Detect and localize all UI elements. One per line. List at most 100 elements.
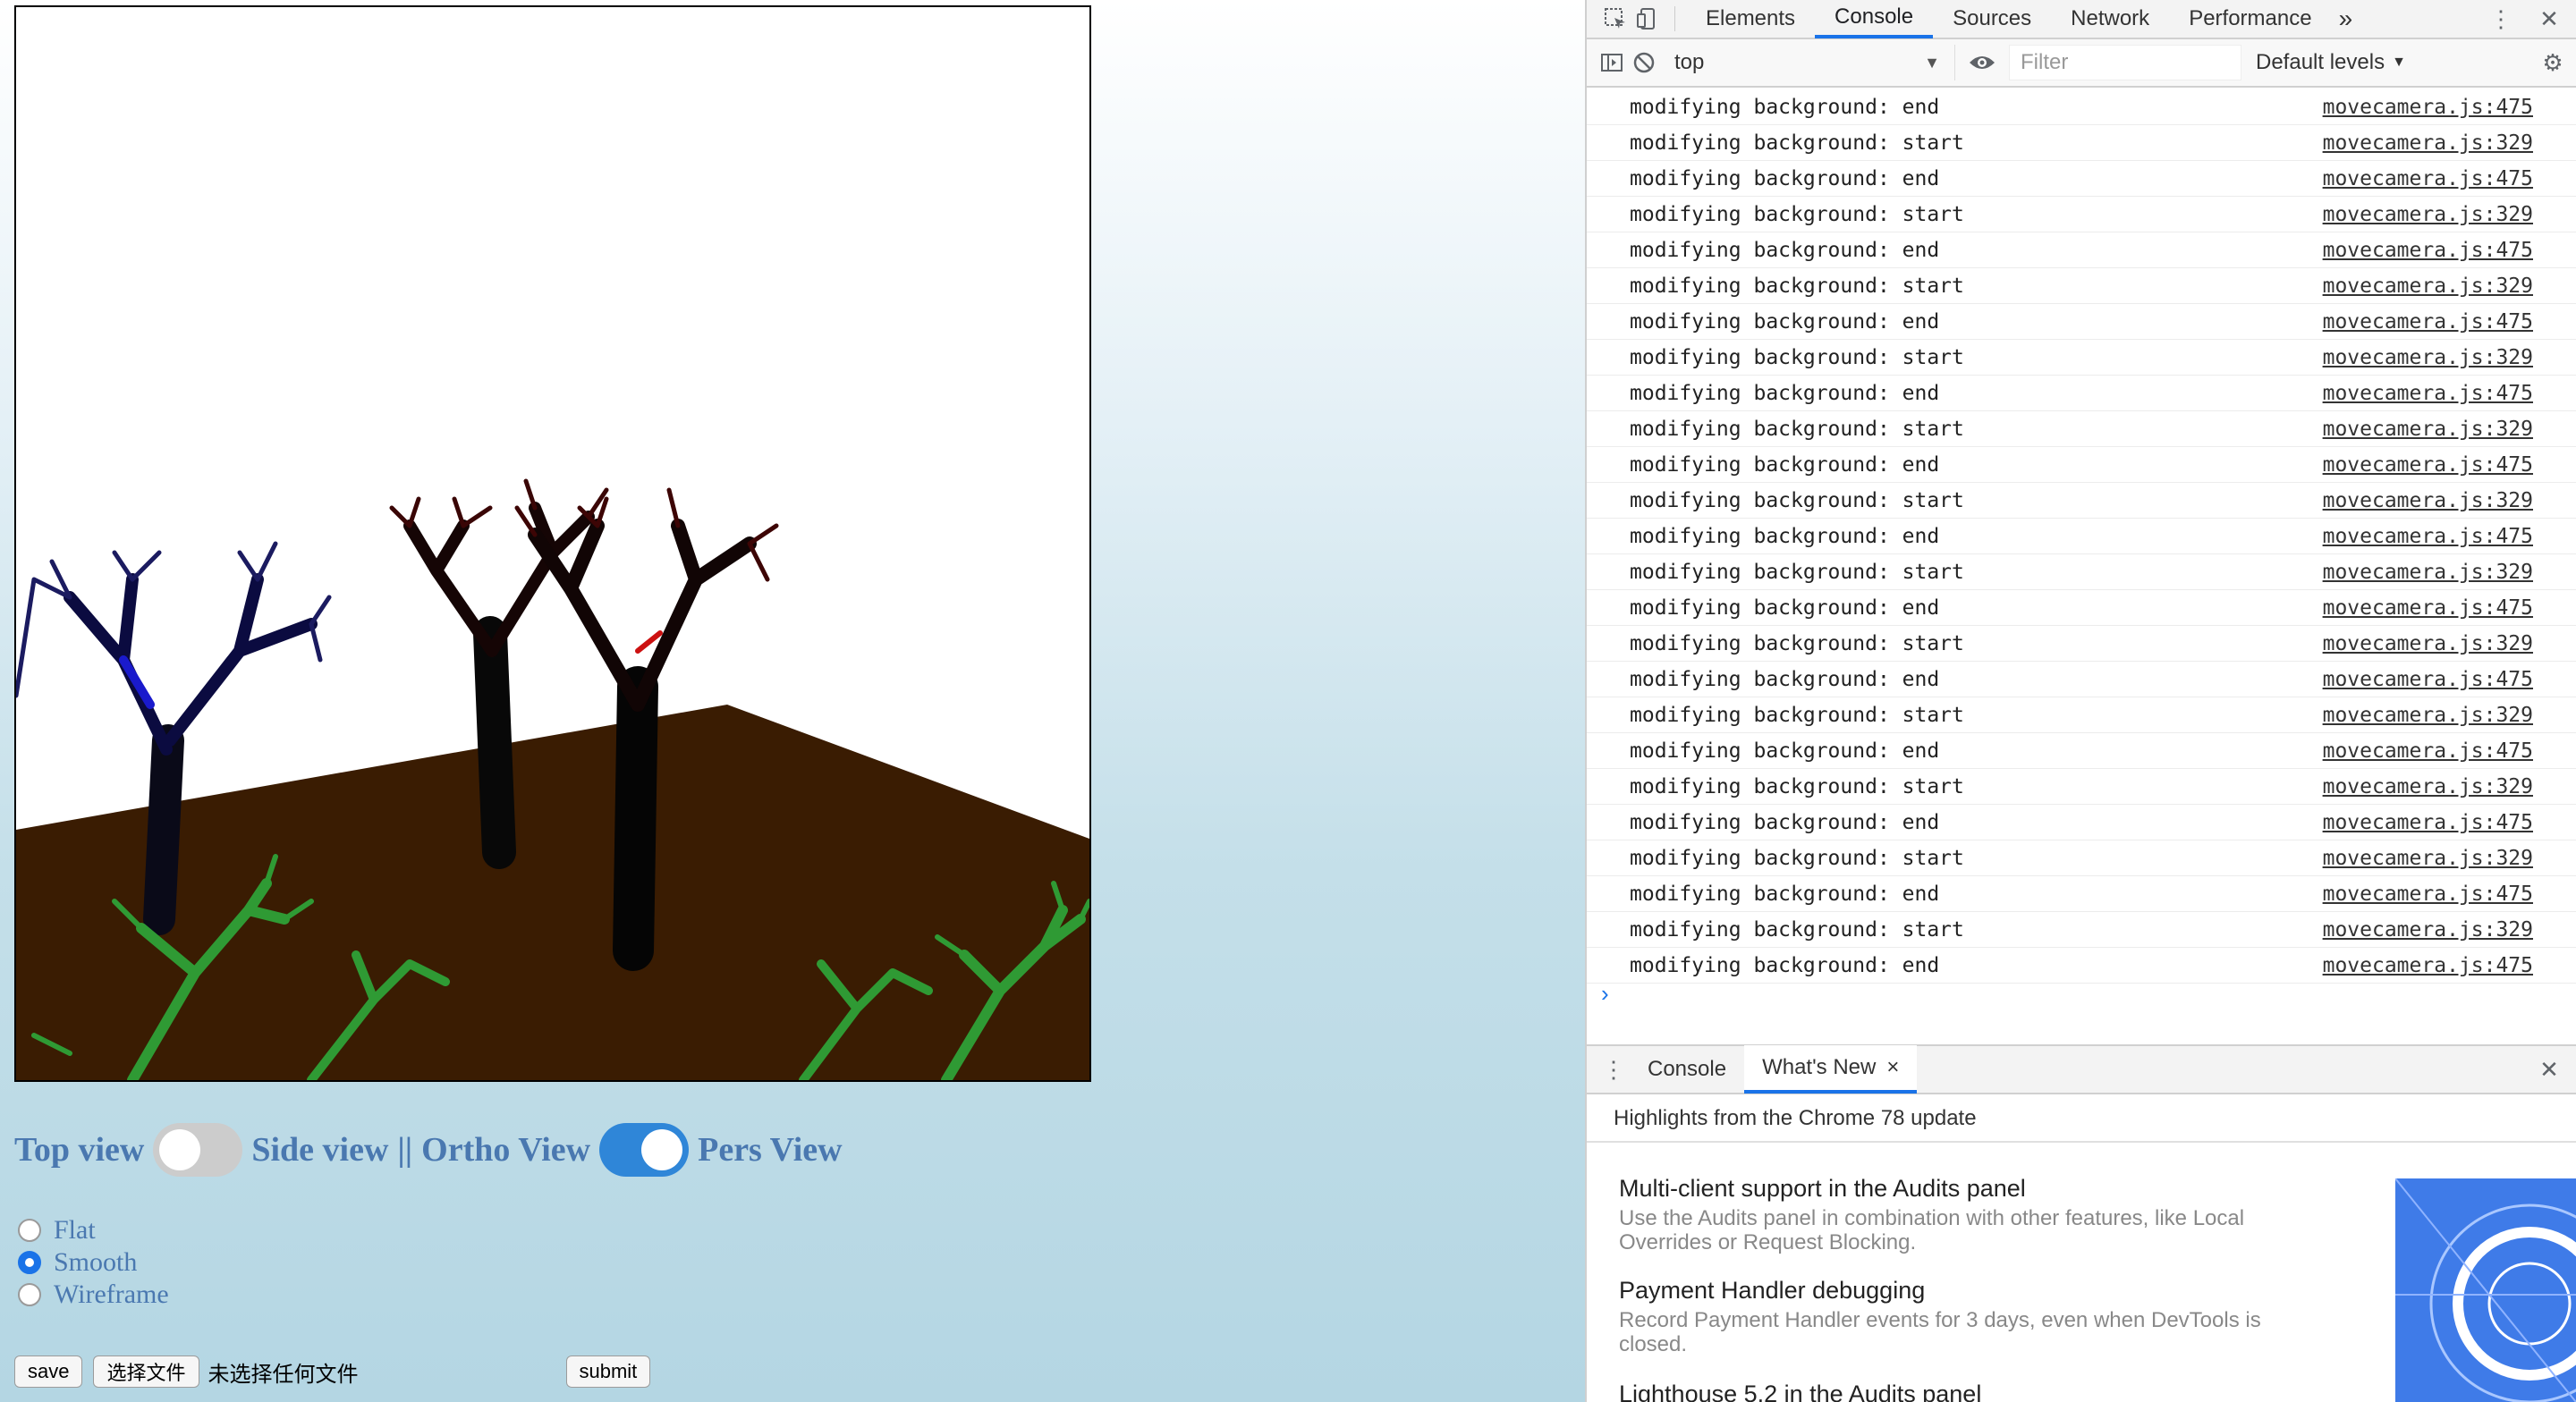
log-source-link[interactable]: movecamera.js:475 (2323, 954, 2533, 977)
log-message: modifying background: start (1630, 846, 1964, 870)
log-source-link[interactable]: movecamera.js:475 (2323, 739, 2533, 763)
console-log-row: modifying background: start movecamera.js… (1587, 125, 2576, 161)
log-source-link[interactable]: movecamera.js:329 (2323, 203, 2533, 226)
log-message: modifying background: start (1630, 703, 1964, 727)
view-toggle-row: Top view Side view || Ortho View Pers Vi… (14, 1123, 843, 1177)
console-prompt[interactable]: › (1601, 980, 1609, 1008)
view-separator: || (397, 1131, 413, 1169)
log-source-link[interactable]: movecamera.js:475 (2323, 239, 2533, 262)
whats-new-item[interactable]: Multi-client support in the Audits panel… (1619, 1175, 2334, 1254)
console-log-row: modifying background: end movecamera.js:4… (1587, 89, 2576, 125)
choose-file-button[interactable]: 选择文件 (93, 1356, 199, 1388)
radio-smooth[interactable]: Smooth (18, 1246, 169, 1279)
drawer-tab-console[interactable]: Console (1630, 1045, 1744, 1094)
tree-scene (16, 478, 1089, 1080)
top-side-view-toggle[interactable] (153, 1123, 243, 1177)
log-source-link[interactable]: movecamera.js:329 (2323, 847, 2533, 870)
log-source-link[interactable]: movecamera.js:329 (2323, 918, 2533, 942)
log-source-link[interactable]: movecamera.js:329 (2323, 632, 2533, 655)
context-selector[interactable]: top ▼ (1660, 45, 1955, 80)
log-source-link[interactable]: movecamera.js:329 (2323, 418, 2533, 441)
item-description: Use the Audits panel in combination with… (1619, 1206, 2245, 1254)
kebab-menu-icon[interactable]: ⋮ (2485, 3, 2517, 35)
console-log-row: modifying background: start movecamera.js… (1587, 697, 2576, 733)
filter-input[interactable]: Filter (2009, 45, 2241, 80)
toggle-knob (641, 1129, 683, 1170)
console-log-row: modifying background: start movecamera.js… (1587, 411, 2576, 447)
log-source-link[interactable]: movecamera.js:475 (2323, 596, 2533, 620)
web-page: Top view Side view || Ortho View Pers Vi… (0, 0, 1585, 1402)
close-drawer-icon[interactable]: ✕ (2533, 1053, 2565, 1085)
console-messages: modifying background: end movecamera.js:4… (1587, 89, 2576, 984)
item-title: Lighthouse 5.2 in the Audits panel (1619, 1381, 1982, 1402)
close-devtools-icon[interactable]: ✕ (2533, 3, 2565, 35)
log-source-link[interactable]: movecamera.js:329 (2323, 775, 2533, 798)
log-message: modifying background: start (1630, 488, 1964, 512)
device-toolbar-icon[interactable] (1631, 3, 1664, 35)
drawer-tab-bar: ⋮ Console What's New × ✕ (1587, 1044, 2576, 1094)
radio-circle[interactable] (18, 1283, 41, 1306)
submit-button[interactable]: submit (565, 1356, 651, 1388)
log-message: modifying background: end (1630, 309, 1940, 334)
log-source-link[interactable]: movecamera.js:475 (2323, 453, 2533, 477)
radio-wireframe[interactable]: Wireframe (18, 1279, 169, 1311)
radio-flat[interactable]: Flat (18, 1214, 169, 1246)
shading-radio-group: Flat Smooth Wireframe (18, 1214, 169, 1311)
tab-sources[interactable]: Sources (1933, 0, 2051, 38)
sidebar-toggle-icon[interactable] (1596, 46, 1628, 79)
log-source-link[interactable]: movecamera.js:329 (2323, 489, 2533, 512)
log-message: modifying background: end (1630, 953, 1940, 977)
tab-network[interactable]: Network (2051, 0, 2169, 38)
clear-console-icon[interactable] (1628, 46, 1660, 79)
log-source-link[interactable]: movecamera.js:475 (2323, 668, 2533, 691)
radio-label: Wireframe (54, 1280, 169, 1309)
log-source-link[interactable]: movecamera.js:475 (2323, 811, 2533, 834)
whats-new-item[interactable]: Lighthouse 5.2 in the Audits panel (1619, 1381, 2334, 1402)
drawer-menu-icon[interactable]: ⋮ (1597, 1053, 1630, 1085)
console-log-row: modifying background: start movecamera.js… (1587, 340, 2576, 376)
console-log-row: modifying background: start movecamera.js… (1587, 554, 2576, 590)
log-source-link[interactable]: movecamera.js:329 (2323, 274, 2533, 298)
whats-new-thumbnail-image (2395, 1178, 2576, 1402)
live-expression-eye-icon[interactable] (1966, 46, 1998, 79)
more-tabs-button[interactable]: » (2332, 0, 2360, 38)
log-message: modifying background: end (1630, 95, 1940, 119)
log-source-link[interactable]: movecamera.js:475 (2323, 525, 2533, 548)
filter-placeholder: Filter (2021, 50, 2069, 74)
log-source-link[interactable]: movecamera.js:475 (2323, 310, 2533, 334)
inspect-element-icon[interactable] (1599, 3, 1631, 35)
log-source-link[interactable]: movecamera.js:329 (2323, 131, 2533, 155)
log-source-link[interactable]: movecamera.js:329 (2323, 704, 2533, 727)
ortho-pers-view-toggle[interactable] (599, 1123, 690, 1177)
drawer-tab-whats-new[interactable]: What's New × (1744, 1045, 1918, 1094)
log-source-link[interactable]: movecamera.js:329 (2323, 561, 2533, 584)
ortho-view-label: Ortho View (421, 1131, 591, 1169)
log-source-link[interactable]: movecamera.js:475 (2323, 167, 2533, 190)
log-message: modifying background: end (1630, 882, 1940, 906)
tab-console[interactable]: Console (1815, 0, 1934, 38)
log-source-link[interactable]: movecamera.js:329 (2323, 346, 2533, 369)
chevron-down-icon: ▼ (1924, 53, 1940, 72)
log-message: modifying background: end (1630, 810, 1940, 834)
save-button[interactable]: save (14, 1356, 83, 1388)
log-source-link[interactable]: movecamera.js:475 (2323, 382, 2533, 405)
log-message: modifying background: start (1630, 774, 1964, 798)
whats-new-item[interactable]: Payment Handler debugging Record Payment… (1619, 1277, 2334, 1356)
log-message: modifying background: start (1630, 560, 1964, 584)
log-message: modifying background: end (1630, 667, 1940, 691)
console-log-row: modifying background: end movecamera.js:4… (1587, 948, 2576, 984)
log-source-link[interactable]: movecamera.js:475 (2323, 96, 2533, 119)
console-settings-gear-icon[interactable]: ⚙ (2537, 46, 2569, 79)
close-tab-icon[interactable]: × (1886, 1055, 1899, 1080)
radio-circle[interactable] (18, 1251, 41, 1274)
log-source-link[interactable]: movecamera.js:475 (2323, 883, 2533, 906)
webgl-canvas[interactable] (14, 5, 1091, 1082)
side-view-label: Side view (251, 1131, 389, 1169)
tab-elements[interactable]: Elements (1686, 0, 1815, 38)
console-log-row: modifying background: end movecamera.js:4… (1587, 376, 2576, 411)
console-log-row: modifying background: start movecamera.js… (1587, 626, 2576, 662)
radio-circle[interactable] (18, 1219, 41, 1242)
log-levels-dropdown[interactable]: Default levels ▼ (2256, 50, 2406, 75)
file-status-text: 未选择任何文件 (208, 1362, 359, 1387)
tab-performance[interactable]: Performance (2169, 0, 2331, 38)
